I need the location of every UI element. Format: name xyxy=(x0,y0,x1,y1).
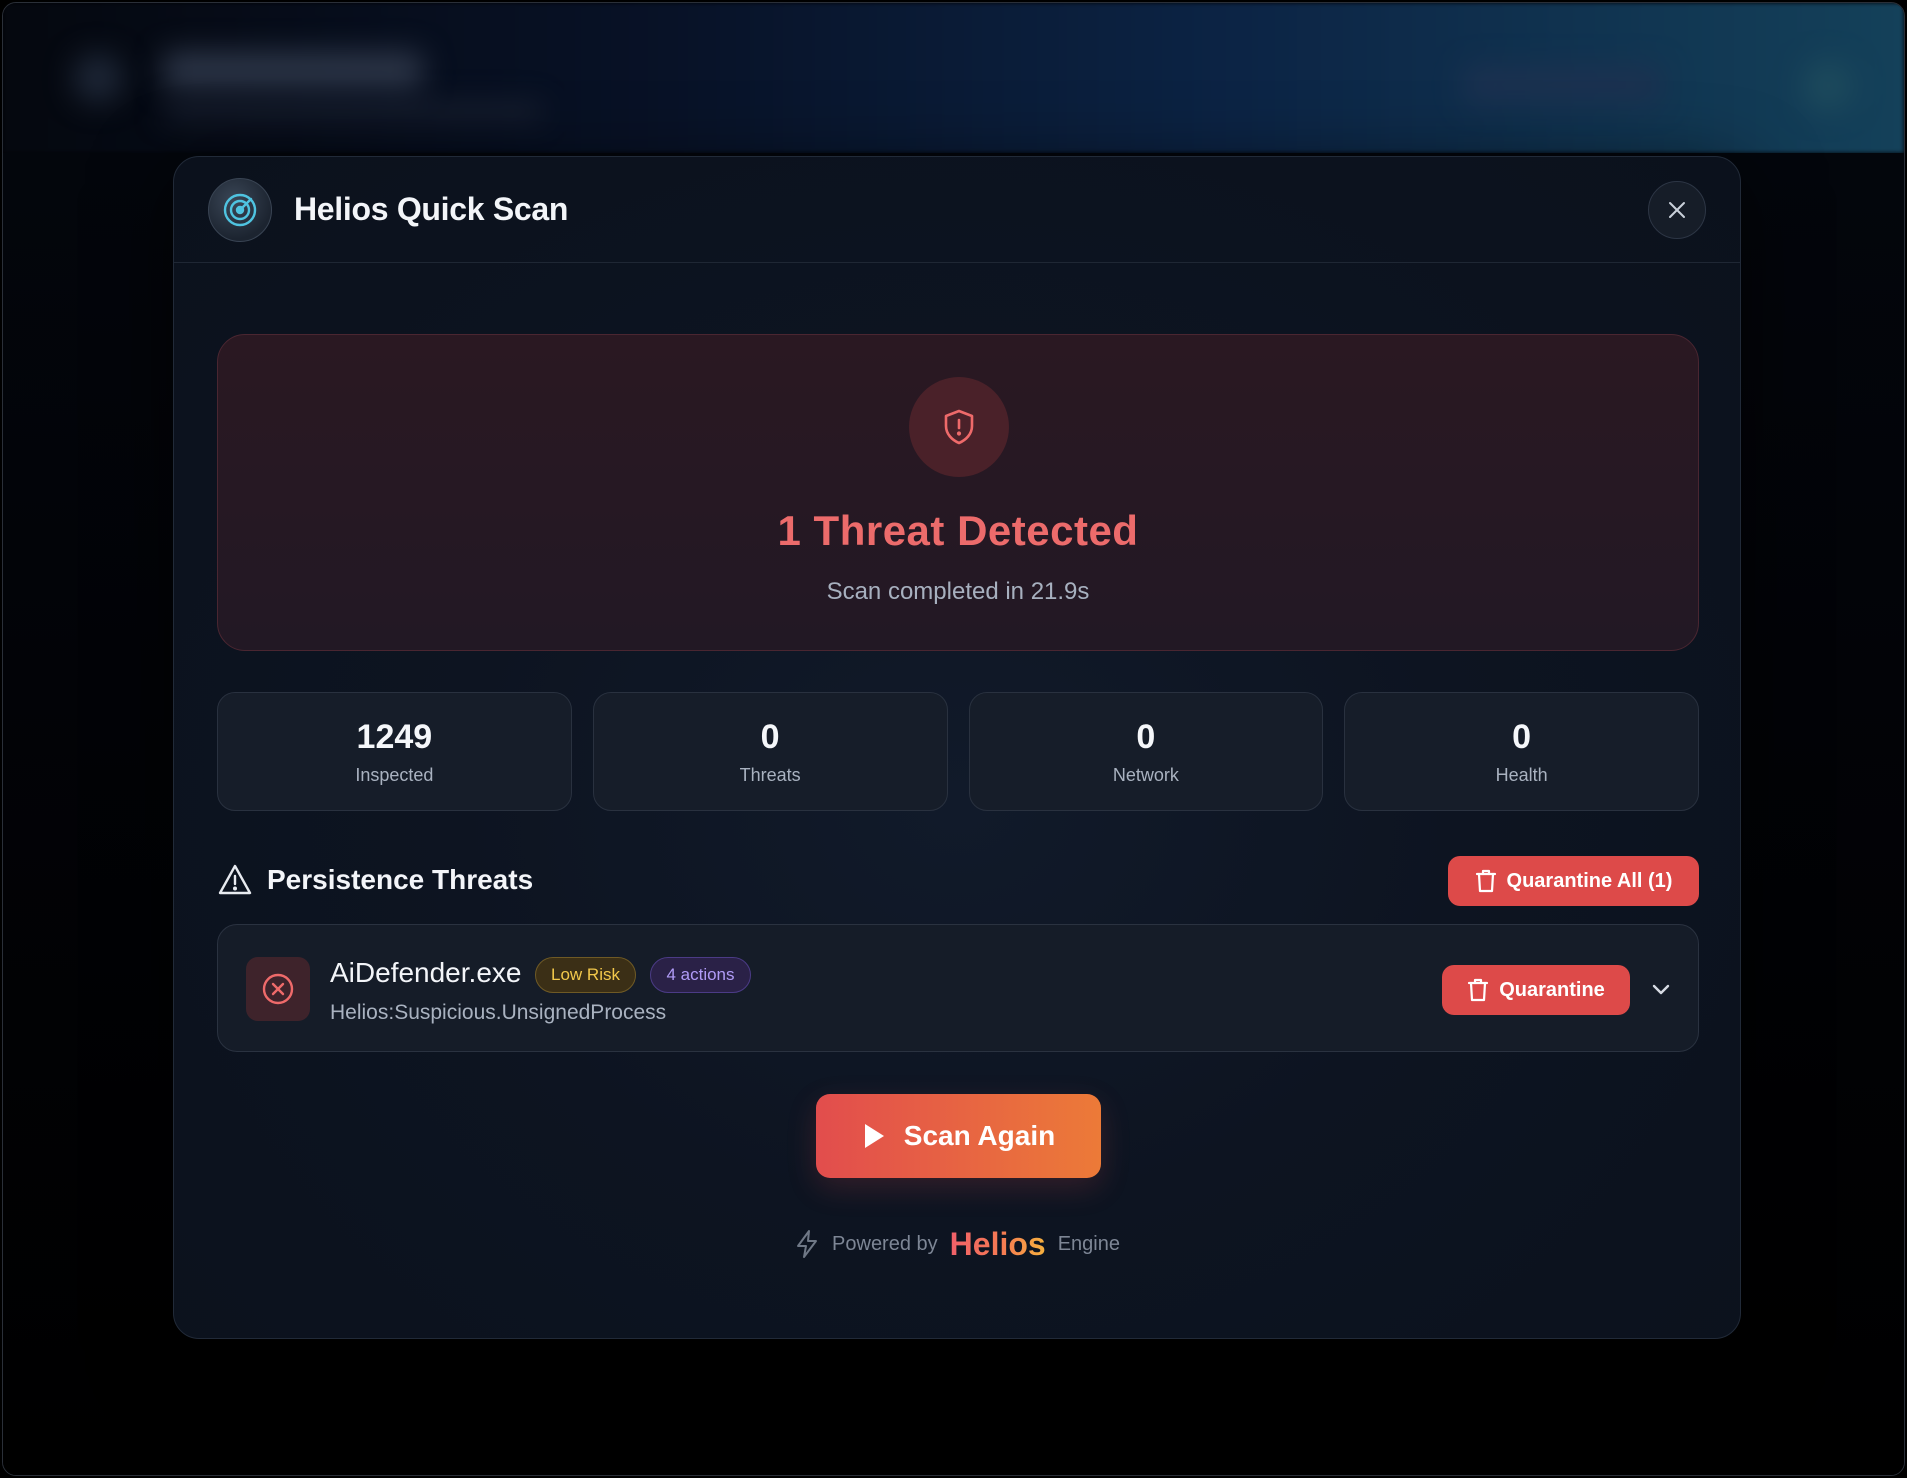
quarantine-label: Quarantine xyxy=(1499,978,1605,1001)
quarantine-button[interactable]: Quarantine xyxy=(1442,965,1630,1015)
stat-value: 1249 xyxy=(356,717,433,756)
persistence-threats-header: Persistence Threats Quarantine All (1) xyxy=(217,852,1699,908)
app-window: Helios Quick Scan 1 Threat Detected Scan… xyxy=(2,2,1905,1476)
shield-alert-icon xyxy=(909,377,1009,477)
stat-label: Health xyxy=(1495,764,1548,785)
actions-badge: 4 actions xyxy=(650,957,751,993)
stat-label: Threats xyxy=(739,764,801,785)
stat-label: Network xyxy=(1112,764,1179,785)
stat-value: 0 xyxy=(1512,717,1532,756)
scan-again-label: Scan Again xyxy=(903,1120,1056,1151)
stat-threats: 0 Threats xyxy=(592,692,948,811)
threat-alert-banner: 1 Threat Detected Scan completed in 21.9… xyxy=(217,334,1699,651)
quarantine-all-label: Quarantine All (1) xyxy=(1506,869,1673,892)
scan-again-button[interactable]: Scan Again xyxy=(816,1094,1101,1178)
quarantine-all-button[interactable]: Quarantine All (1) xyxy=(1448,856,1699,906)
warning-triangle-icon xyxy=(218,864,252,895)
stat-value: 0 xyxy=(760,717,780,756)
threat-file-name: AiDefender.exe xyxy=(330,957,522,988)
section-title: Persistence Threats xyxy=(267,864,534,895)
chevron-down-icon xyxy=(1652,984,1670,995)
scan-duration-text: Scan completed in 21.9s xyxy=(826,578,1090,605)
x-circle-icon xyxy=(246,957,310,1021)
brand-name: Helios xyxy=(949,1225,1046,1262)
threat-item[interactable]: AiDefender.exe Low Risk 4 actions Helios… xyxy=(217,924,1699,1052)
lightning-icon xyxy=(797,1230,818,1258)
background-app-header xyxy=(3,3,1904,153)
trash-icon xyxy=(1468,978,1489,1002)
play-icon xyxy=(864,1124,884,1148)
engine-text: Engine xyxy=(1057,1232,1120,1255)
threat-count-title: 1 Threat Detected xyxy=(777,507,1139,554)
modal-header: Helios Quick Scan xyxy=(174,157,1740,263)
stat-label: Inspected xyxy=(355,764,434,785)
trash-icon xyxy=(1475,869,1496,893)
close-icon xyxy=(1669,202,1685,218)
stat-network: 0 Network xyxy=(968,692,1324,811)
close-button[interactable] xyxy=(1648,181,1706,239)
radar-icon xyxy=(208,177,272,242)
threat-signature: Helios:Suspicious.UnsignedProcess xyxy=(330,1001,667,1024)
stat-health: 0 Health xyxy=(1344,692,1699,811)
expand-threat-button[interactable] xyxy=(1644,973,1678,1007)
modal-title: Helios Quick Scan xyxy=(294,191,569,227)
powered-by-footer: Powered by Helios Engine xyxy=(174,1224,1740,1264)
powered-by-text: Powered by xyxy=(832,1232,938,1255)
stat-value: 0 xyxy=(1136,717,1156,756)
risk-badge: Low Risk xyxy=(535,957,636,993)
scan-results-modal: Helios Quick Scan 1 Threat Detected Scan… xyxy=(173,156,1741,1339)
stat-inspected: 1249 Inspected xyxy=(217,692,572,811)
scan-stats: 1249 Inspected 0 Threats 0 Network 0 Hea… xyxy=(217,692,1699,811)
